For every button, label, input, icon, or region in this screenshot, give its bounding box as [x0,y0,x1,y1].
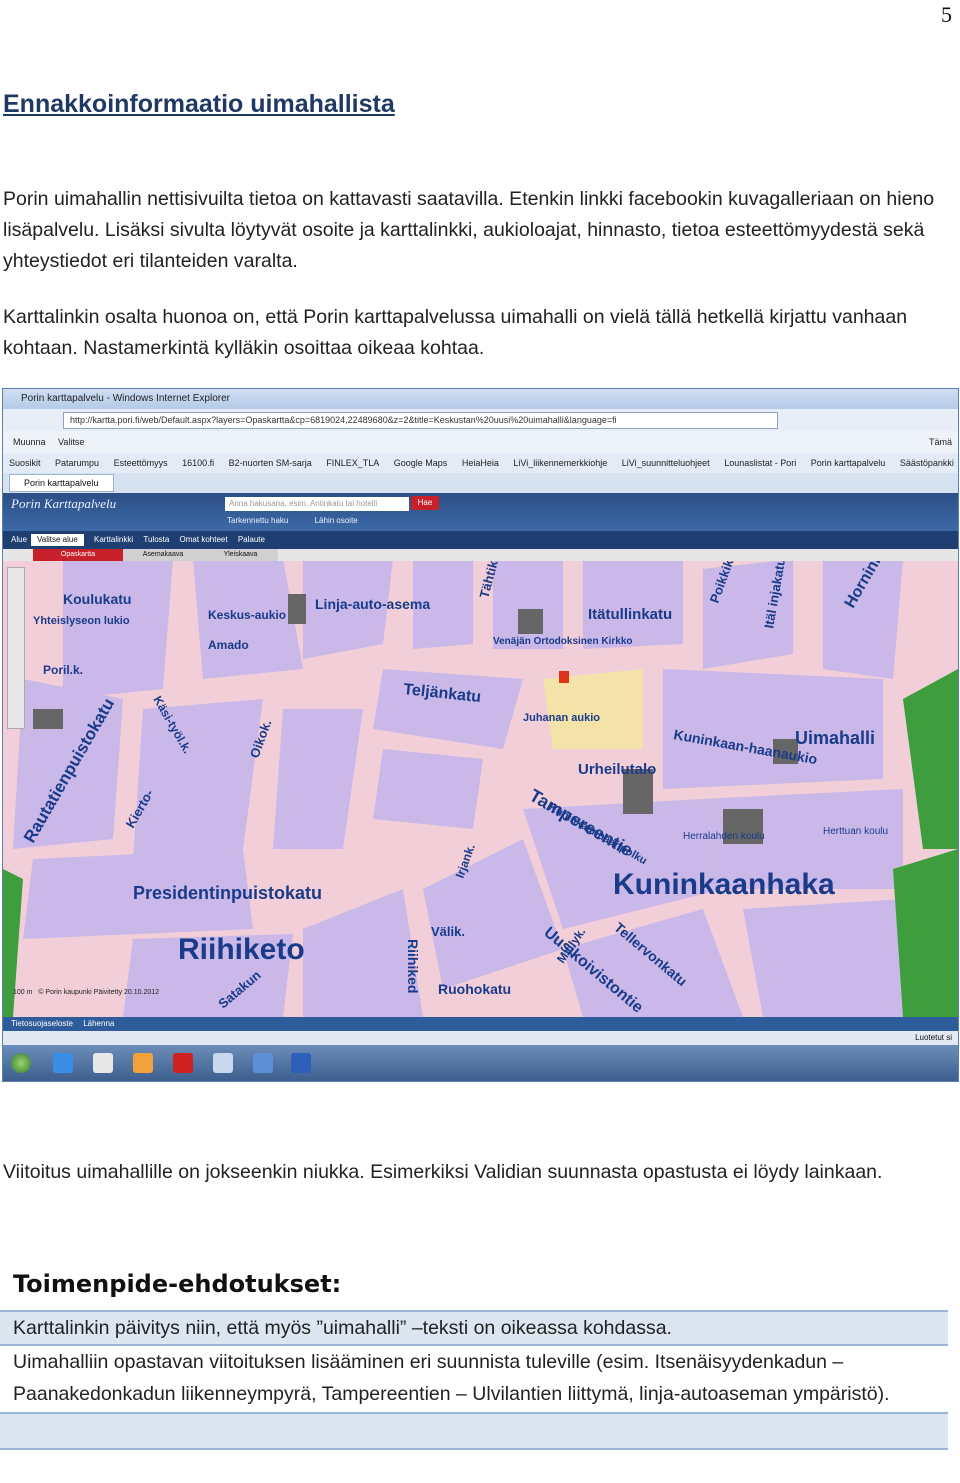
site-link: Lähin osoite [314,516,358,525]
status-zone: Luotetut si [915,1033,952,1042]
ie-icon [53,1053,73,1073]
word-icon [291,1053,311,1073]
start-icon [11,1053,31,1073]
app-icon [253,1053,273,1073]
map-label: Itätullinkatu [588,606,672,623]
map-label: Yhteislyseon lukio [33,615,130,627]
menu-valitse: Valitse [58,437,85,447]
privacy-link: Tietosuojaseloste [11,1019,73,1028]
map-label: Koulukatu [63,591,131,607]
map-nav-item: Karttalinkki [94,535,134,544]
proposal-row: Uimahalliin opastavan viitoituksen lisää… [0,1346,948,1412]
browser-menu: Muunna Valitse Tämä [3,431,958,453]
browser-status-bar: Luotetut si [3,1031,958,1045]
scale-label: 100 m [13,989,33,996]
map-label: Ruohokatu [438,981,511,997]
proposals-table: Karttalinkin päivitys niin, että myös ”u… [0,1310,948,1450]
map-nav-item: Omat kohteet [179,535,228,544]
map-label: Venäjän Ortodoksinen Kirkko [493,636,632,647]
site-search-button: Hae [411,496,439,510]
fav-item: Patarumpu [55,458,100,468]
page-title: Ennakkoinformaatio uimahallista [3,90,395,118]
map-nav: Alue Valitse alue Karttalinkki Tulosta Om… [3,531,958,549]
map-copyright: © Porin kaupunki Päivitetty 20.10.2012 [38,989,160,996]
map-label: Presidentinpuistokatu [133,883,322,903]
browser-title-bar: Porin karttapalvelu - Windows Internet E… [3,389,958,409]
fav-item: Säästöpankki [899,458,954,468]
map-label: Kuninkaanhaka [613,868,835,901]
map-label: Välik. [431,924,465,939]
map-paragraph: Karttalinkin osalta huonoa on, että Pori… [3,306,908,359]
menu-tama: Tämä [928,437,952,447]
map-scale: 100 m © Porin kaupunki Päivitetty 20.10.… [13,989,159,996]
menu-muunna: Muunna [13,437,46,447]
layer-button-asemakaava: Asemakaava [123,549,203,561]
map-nav-item: Palaute [237,535,265,544]
folder-icon [93,1053,113,1073]
site-logo: Porin Karttapalvelu [11,496,117,511]
map-nav-item: Alue [11,535,28,544]
fav-item: FINLEX_TLA [326,458,380,468]
fav-item: Esteettömyys [113,458,168,468]
proposal-row: Karttalinkin päivitys niin, että myös ”u… [0,1310,948,1346]
map-tool-strip [7,567,25,729]
map-nav-item: Tulosta [143,535,170,544]
favorites-bar: Suosikit Patarumpu Esteettömyys 16100.fi… [3,453,958,473]
fav-item: Lounaslistat - Pori [724,458,797,468]
proposal-row-empty [0,1412,948,1450]
page-number: 5 [941,2,952,27]
fav-item: Suosikit [9,458,41,468]
map-label: Riihiked [405,939,421,993]
map-footer: Tietosuojaseloste Lähenna [3,1017,958,1031]
windows-taskbar [3,1045,958,1081]
site-header: Porin Karttapalvelu Anna hakusana, esim.… [3,493,958,531]
layer-button-yleiskaava: Yleiskaava [203,549,278,561]
signage-paragraph: Viitoitus uimahallille on jokseenkin niu… [3,1161,883,1183]
map-service-screenshot: Porin karttapalvelu - Windows Internet E… [2,388,959,1082]
browser-tab-bar: Porin karttapalvelu [3,473,958,493]
map-label: Amado [208,638,249,652]
map-label: Juhanan aukio [523,712,600,724]
map-layer-bar: Opaskartta Asemakaava Yleiskaava [3,549,958,561]
address-field: http://kartta.pori.fi/web/Default.aspx?l… [63,412,778,429]
fav-item: Google Maps [393,458,448,468]
street-map: Riihiketo Kuninkaanhaka Uimahalli Presid… [3,549,958,1017]
map-label: Herralahden koulu [683,831,765,842]
intro-paragraph: Porin uimahallin nettisivuilta tietoa on… [3,188,935,272]
app-icon [213,1053,233,1073]
map-label: Poril.k. [43,663,83,677]
map-label: Herttuan koulu [823,826,888,837]
browser-tab: Porin karttapalvelu [9,474,114,492]
location-pin [559,671,569,683]
media-icon [133,1053,153,1073]
pdf-icon [173,1053,193,1073]
map-label: Linja-auto-asema [315,596,430,612]
proposals-title: Toimenpide-ehdotukset: [13,1270,342,1298]
zoom-link: Lähenna [83,1019,115,1028]
fav-item: LiVi_suunnitteluohjeet [621,458,710,468]
map-label: Riihiketo [178,933,305,966]
fav-item: B2-nuorten SM-sarja [228,458,312,468]
site-link: Tarkennettu haku [227,516,289,525]
site-links: Tarkennettu haku Lähin osoite [227,516,382,525]
fav-item: LiVi_liikennemerkkiohje [513,458,608,468]
map-graphic: Riihiketo Kuninkaanhaka Uimahalli Presid… [3,549,958,1017]
fav-item: 16100.fi [182,458,215,468]
map-label: Uimahalli [795,728,875,748]
fav-item: Porin karttapalvelu [810,458,886,468]
layer-button-opaskartta: Opaskartta [33,549,123,561]
site-search-input: Anna hakusana, esim. Antinkatu tai hotel… [225,497,409,511]
fav-item: HeiaHeia [461,458,499,468]
area-select: Valitse alue [31,533,84,546]
map-label: Urheilutalo [578,761,656,778]
map-label: Keskus-aukio [208,608,286,622]
browser-address-bar: http://kartta.pori.fi/web/Default.aspx?l… [3,409,958,431]
